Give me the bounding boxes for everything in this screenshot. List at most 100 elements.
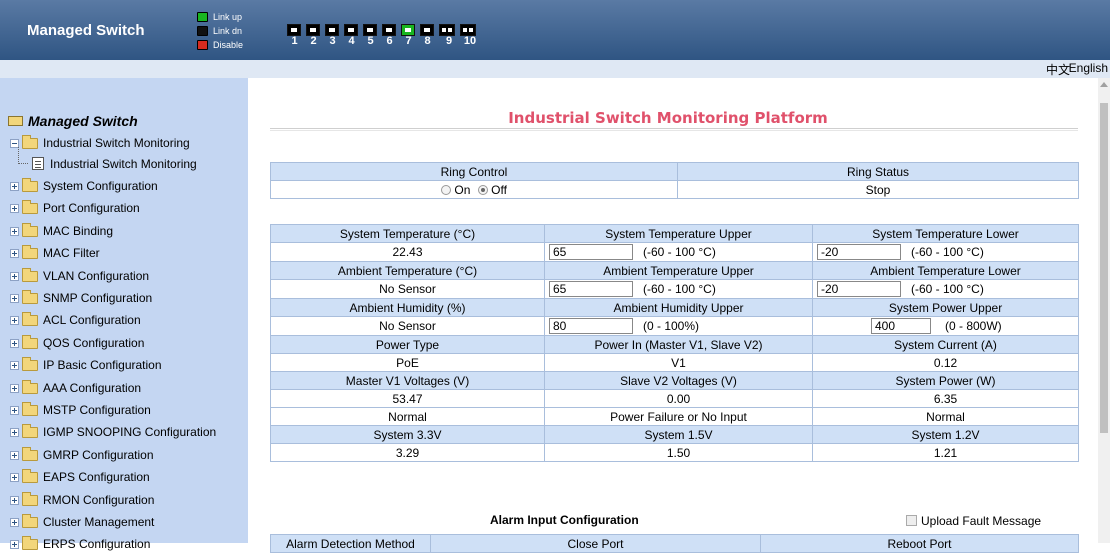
port-9[interactable]: 9 — [439, 24, 455, 48]
legend-disable: Disable — [197, 39, 267, 53]
port-3[interactable]: 3 — [325, 24, 341, 48]
sys-temp-header: System Temperature (°C) — [270, 224, 545, 243]
document-icon — [32, 157, 44, 170]
sys-power-state: Normal — [812, 407, 1079, 426]
sys-temp-lower-input[interactable]: -20 — [817, 244, 901, 260]
sys-temp-lower-header: System Temperature Lower — [812, 224, 1079, 243]
upload-fault-toggle[interactable]: Upload Fault Message — [906, 514, 1041, 528]
tree-item-label: QOS Configuration — [43, 335, 145, 350]
sys-current-value: 0.12 — [812, 353, 1079, 372]
amb-temp-upper-input[interactable]: 65 — [549, 281, 633, 297]
sidebar-tree: Managed Switch Industrial Switch Monitor… — [0, 78, 248, 551]
expand-icon[interactable] — [10, 294, 19, 303]
sys-current-header: System Current (A) — [812, 335, 1079, 354]
disabled-icon — [197, 40, 208, 50]
v33-header: System 3.3V — [270, 425, 545, 444]
expand-icon[interactable] — [10, 473, 19, 483]
ring-status-value: Stop — [677, 180, 1079, 199]
expand-icon[interactable] — [10, 495, 19, 505]
port-10[interactable]: 10 — [460, 24, 476, 48]
sys-temp-value: 22.43 — [270, 242, 545, 262]
expand-icon[interactable] — [10, 361, 19, 371]
sys-power-upper-header: System Power Upper — [812, 298, 1079, 317]
close-port-header: Close Port — [430, 534, 761, 553]
language-english-link[interactable]: English — [1069, 61, 1108, 75]
amb-hum-header: Ambient Humidity (%) — [270, 298, 545, 317]
expand-icon[interactable] — [10, 518, 19, 527]
ring-off-radio[interactable] — [477, 184, 488, 195]
folder-icon — [22, 200, 38, 215]
port-number: 2 — [310, 35, 317, 47]
scroll-thumb[interactable] — [1100, 103, 1108, 433]
title-divider — [270, 128, 1078, 131]
slave-v2-value: 0.00 — [544, 389, 813, 408]
folder-icon — [22, 312, 38, 327]
legend-label: Link up — [213, 12, 243, 22]
power-in-header: Power In (Master V1, Slave V2) — [544, 335, 813, 354]
amb-hum-upper-range: (0 - 100%) — [643, 319, 700, 333]
tree-root[interactable]: Managed Switch — [8, 113, 138, 129]
folder-icon — [22, 446, 38, 461]
sys-temp-upper-input[interactable]: 65 — [549, 244, 633, 260]
port-number: 5 — [367, 35, 374, 47]
main-scrollbar[interactable] — [1098, 78, 1110, 543]
folder-icon — [22, 491, 38, 506]
switch-icon — [8, 116, 23, 126]
folder-icon — [22, 469, 38, 484]
power-type-value: PoE — [270, 353, 545, 372]
tree-connector — [18, 147, 28, 164]
brand-title: Managed Switch — [27, 22, 145, 39]
port-2[interactable]: 2 — [306, 24, 322, 48]
port-4[interactable]: 4 — [344, 24, 360, 48]
ring-on-radio[interactable] — [441, 184, 452, 195]
master-v1-header: Master V1 Voltages (V) — [270, 371, 545, 390]
link-down-icon — [197, 26, 208, 36]
expand-icon[interactable] — [10, 406, 19, 415]
alarm-section-title: Alarm Input Configuration — [490, 513, 639, 527]
alarm-method-header: Alarm Detection Method — [270, 534, 431, 553]
tree-item-label: AAA Configuration — [43, 380, 142, 395]
sys-power-value: 6.35 — [812, 389, 1079, 408]
expand-icon[interactable] — [10, 540, 19, 550]
folder-icon — [22, 245, 38, 260]
port-1[interactable]: 1 — [287, 24, 303, 48]
expand-icon[interactable] — [10, 226, 19, 236]
amb-hum-upper-input[interactable]: 80 — [549, 318, 633, 334]
folder-icon — [22, 357, 38, 372]
tree-leaf-label: Industrial Switch Monitoring — [50, 157, 197, 171]
folder-icon — [22, 290, 38, 304]
page-title: Industrial Switch Monitoring Platform — [508, 109, 828, 127]
sys-temp-upper-range: (-60 - 100 °C) — [643, 245, 716, 259]
expand-icon[interactable] — [10, 204, 19, 214]
upload-fault-checkbox[interactable] — [906, 515, 917, 526]
port-number: 6 — [386, 35, 393, 47]
expand-icon[interactable] — [10, 182, 19, 191]
ring-on-label: On — [454, 182, 471, 197]
amb-temp-lower-input[interactable]: -20 — [817, 281, 901, 297]
expand-icon[interactable] — [10, 450, 19, 460]
scroll-up-arrow-icon[interactable] — [1100, 82, 1108, 87]
port-8[interactable]: 8 — [420, 24, 436, 48]
tree-item-label: SNMP Configuration — [43, 291, 153, 305]
power-in-value: V1 — [544, 353, 813, 372]
language-chinese-link[interactable]: 中文 — [1046, 61, 1070, 78]
sys-temp-upper-header: System Temperature Upper — [544, 224, 813, 243]
main-content: Industrial Switch Monitoring Platform Ri… — [248, 78, 1098, 553]
expand-icon[interactable] — [10, 271, 19, 281]
expand-icon[interactable] — [10, 428, 19, 438]
port-number: 10 — [463, 35, 477, 47]
port-7[interactable]: 7 — [401, 24, 417, 48]
expand-icon[interactable] — [10, 338, 19, 348]
sys-power-header: System Power (W) — [812, 371, 1079, 390]
port-5[interactable]: 5 — [363, 24, 379, 48]
reboot-port-header: Reboot Port — [760, 534, 1079, 553]
port-6[interactable]: 6 — [382, 24, 398, 48]
port-number: 7 — [405, 35, 412, 47]
expand-icon[interactable] — [10, 383, 19, 393]
sys-power-upper-input[interactable]: 400 — [871, 318, 931, 334]
master-v1-value: 53.47 — [270, 389, 545, 408]
expand-icon[interactable] — [10, 316, 19, 326]
expand-icon[interactable] — [10, 249, 19, 259]
v12-header: System 1.2V — [812, 425, 1079, 444]
tree-item-label: IGMP SNOOPING Configuration — [43, 425, 217, 440]
